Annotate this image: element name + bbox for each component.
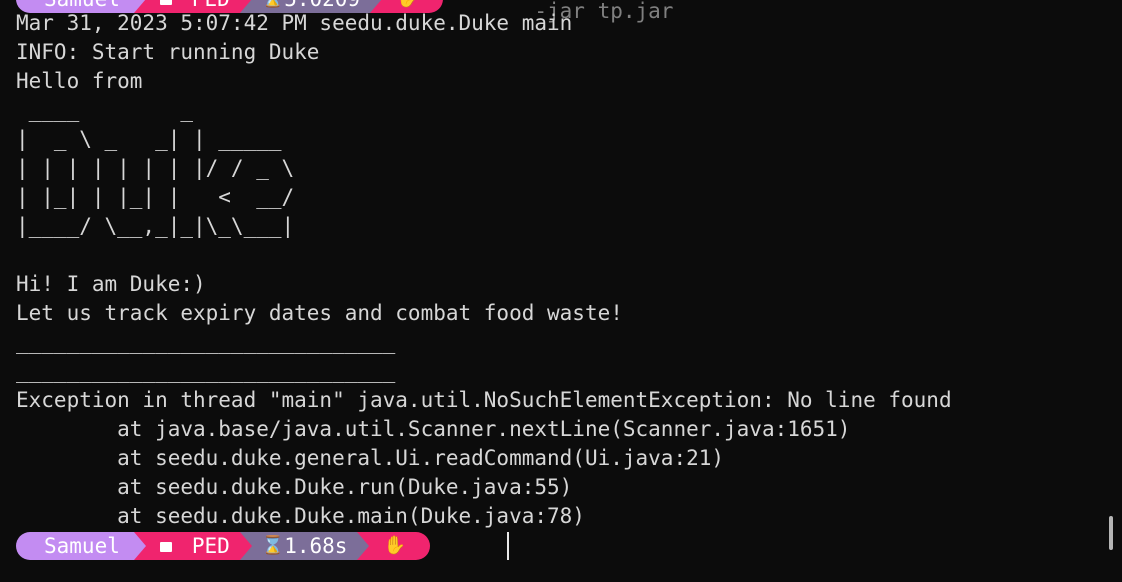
log-line: Mar 31, 2023 5:07:42 PM seedu.duke.Duke … [16,11,573,35]
stacktrace-line: at java.base/java.util.Scanner.nextLine(… [16,417,851,441]
folder-icon [159,542,172,552]
current-prompt: Samuel PED ⌛ 1.68s ✋ [16,532,430,560]
ascii-logo-line: |____/ \__,_|_|\_\___| [16,214,295,238]
terminal-window[interactable]: Samuel PED ⌛ 5.0209 ✋ java -jar tp.jar M… [0,0,1122,582]
output-line: Hello from [16,69,143,93]
ascii-logo-line: ____ _ [16,98,295,122]
prompt-time-segment: ⌛ 1.68s [239,532,370,560]
prompt-user: Samuel [44,534,120,558]
log-line: INFO: Start running Duke [16,40,320,64]
ascii-logo-line: | |_| | |_| | < __/ [16,185,295,209]
hourglass-icon: ⌛ [261,535,285,556]
greeting-line: Hi! I am Duke:) [16,272,206,296]
prompt-dir: PED [191,534,230,558]
text-cursor[interactable] [507,532,509,560]
exception-line: Exception in thread "main" java.util.NoS… [16,388,952,412]
scrollbar-thumb[interactable] [1109,516,1113,550]
stacktrace-line: at seedu.duke.Duke.run(Duke.java:55) [16,475,573,499]
stacktrace-line: at seedu.duke.Duke.main(Duke.java:78) [16,504,585,528]
prompt-time: 1.68s [284,534,348,558]
prompt-user-segment: Samuel [16,532,146,560]
folder-icon [159,0,172,5]
divider-line: ______________________________ [16,359,396,383]
ascii-logo-line: | | | | | | | |/ / _ \ [16,156,295,180]
stacktrace-line: at seedu.duke.general.Ui.readCommand(Ui.… [16,446,725,470]
prompt-dir-segment: PED [133,532,252,560]
ascii-logo-line: | _ \ _ _| | _____ [16,127,295,151]
greeting-line: Let us track expiry dates and combat foo… [16,301,623,325]
divider-line: ______________________________ [16,330,396,354]
hand-icon: ✋ [383,535,406,556]
